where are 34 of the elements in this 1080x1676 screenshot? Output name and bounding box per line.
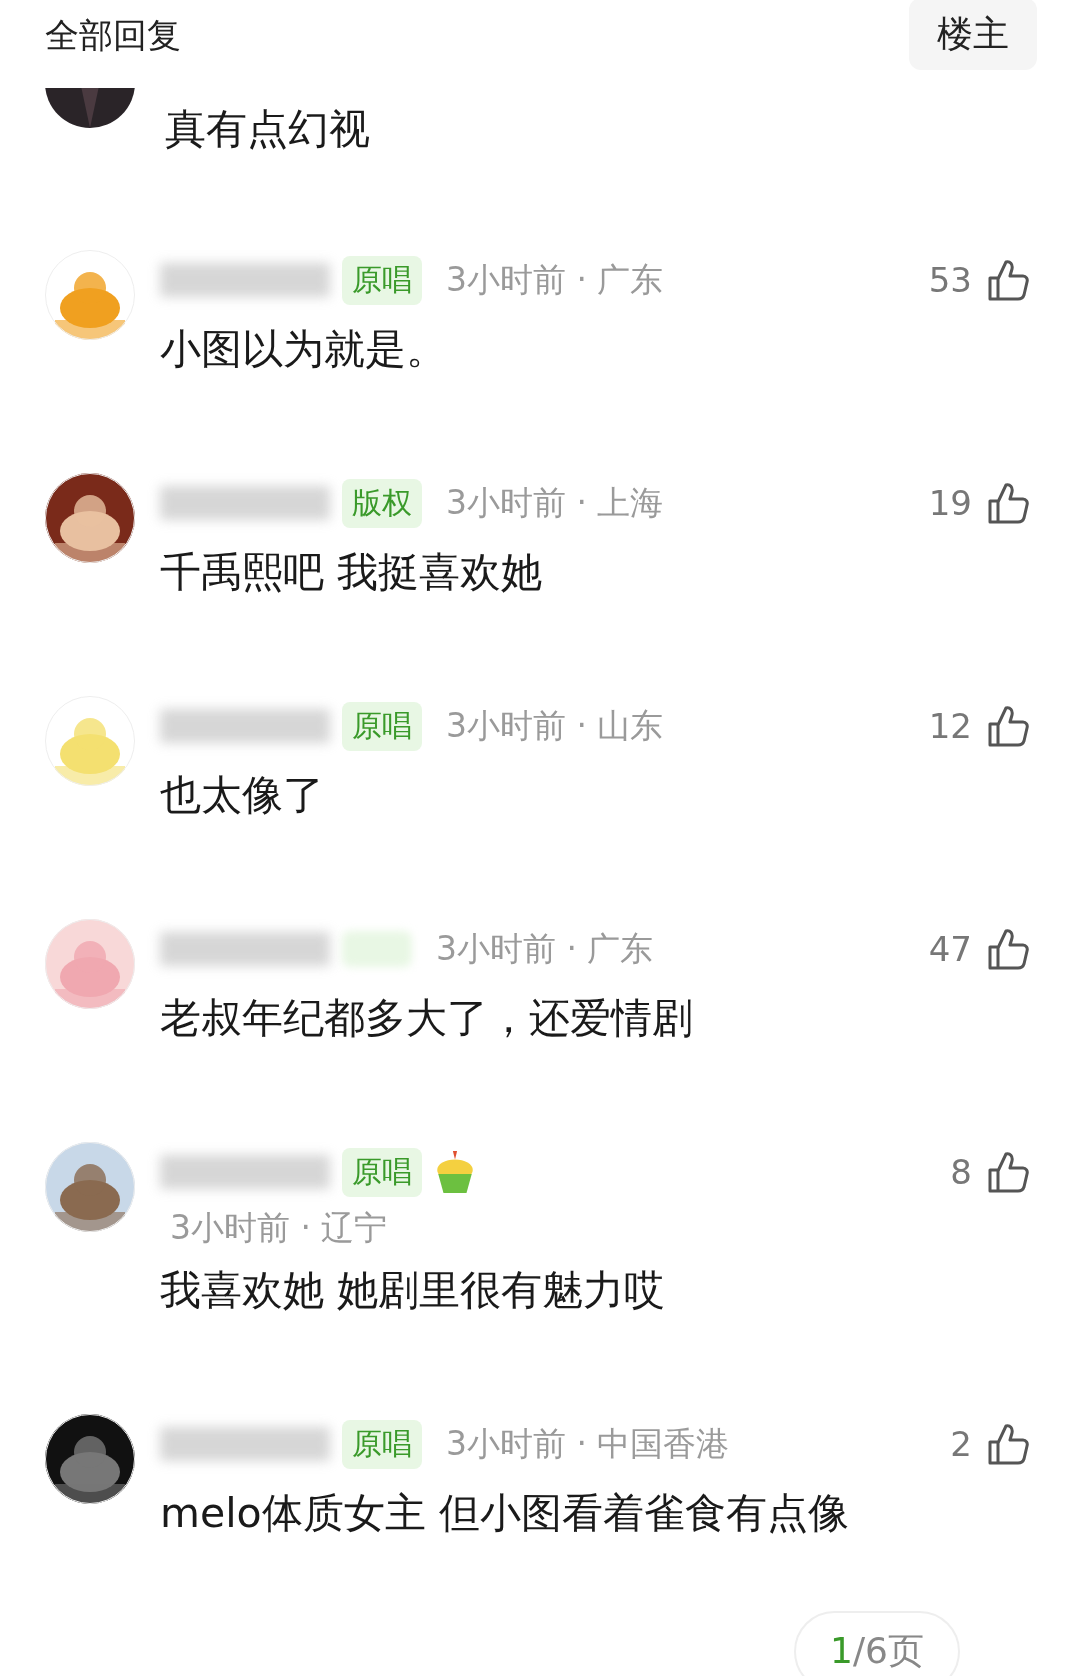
thumbs-up-icon[interactable] xyxy=(986,1422,1030,1466)
thumbs-up-icon[interactable] xyxy=(986,927,1030,971)
like-count: 2 xyxy=(950,1424,972,1464)
comment-text: melo体质女主 但小图看着雀食有点像 xyxy=(160,1488,850,1539)
comment-meta: 3小时前 · 辽宁 xyxy=(170,1207,389,1249)
comment-text: 真有点幻视 xyxy=(165,104,370,155)
thumbs-up-icon[interactable] xyxy=(986,481,1030,525)
thumbs-up-icon[interactable] xyxy=(986,1150,1030,1194)
comment-meta: 3小时前 · 广东 xyxy=(446,258,664,301)
comment-text: 小图以为就是。 xyxy=(160,324,448,375)
section-title: 全部回复 xyxy=(45,14,181,57)
comment-text: 千禹熙吧 我挺喜欢她 xyxy=(160,547,544,598)
like-count: 19 xyxy=(928,483,972,523)
comment-meta: 3小时前 · 上海 xyxy=(446,481,664,524)
blurred-tag xyxy=(342,931,412,967)
user-tag: 原唱 xyxy=(342,1419,422,1469)
comment-text: 我喜欢她 她剧里很有魅力哎 xyxy=(160,1265,667,1316)
op-filter-button[interactable]: 楼主 xyxy=(909,0,1037,70)
page-indicator[interactable]: 1/6页 xyxy=(794,1611,960,1676)
user-tag: 原唱 xyxy=(342,701,422,751)
like-count: 53 xyxy=(928,260,972,300)
thumbs-up-icon[interactable] xyxy=(986,704,1030,748)
user-tag: 版权 xyxy=(342,478,422,528)
comment-meta: 3小时前 · 中国香港 xyxy=(446,1422,730,1465)
like-count: 8 xyxy=(950,1152,972,1192)
comment-meta: 3小时前 · 广东 xyxy=(436,927,654,970)
comment-meta: 3小时前 · 山东 xyxy=(446,704,664,747)
comment-text: 也太像了 xyxy=(160,770,325,821)
comment-text: 老叔年纪都多大了，还爱情剧 xyxy=(160,993,694,1044)
like-count: 12 xyxy=(928,706,972,746)
user-tag: 原唱 xyxy=(342,255,422,305)
thumbs-up-icon[interactable] xyxy=(986,258,1030,302)
like-count: 47 xyxy=(928,929,972,969)
user-tag: 原唱 xyxy=(342,1147,422,1197)
